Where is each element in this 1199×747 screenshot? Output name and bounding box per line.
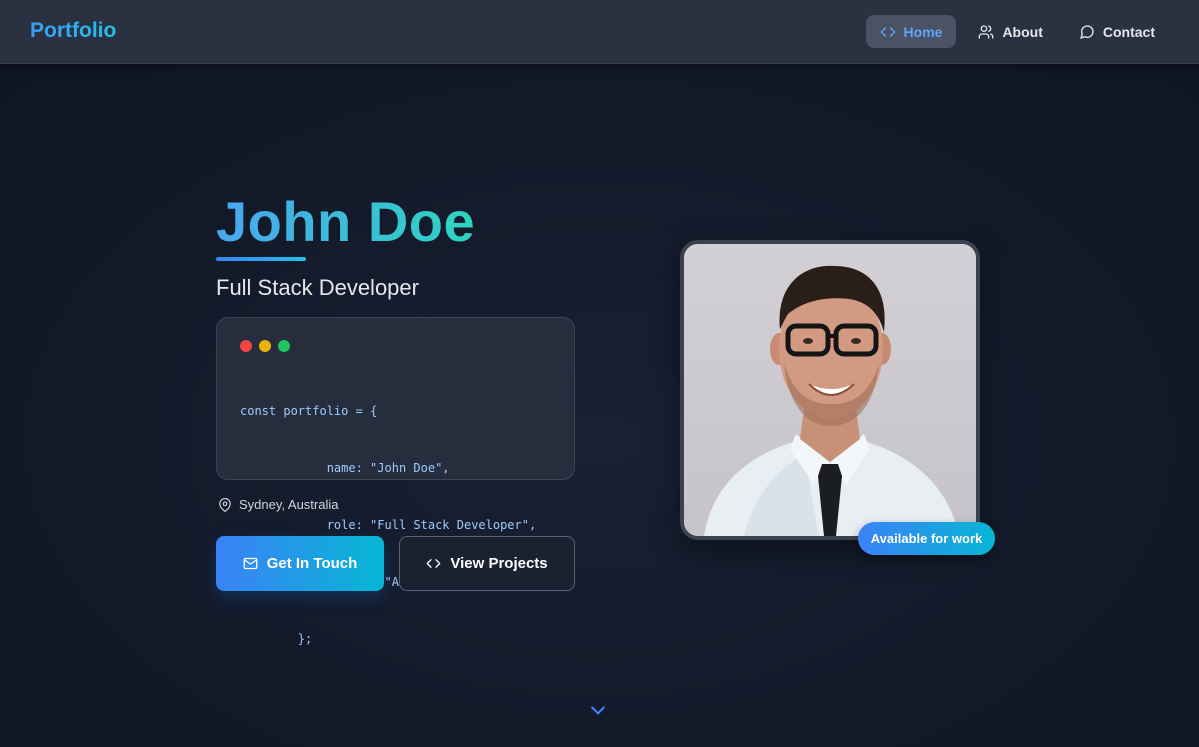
chevron-down-icon[interactable] [587, 700, 609, 720]
code-line: }; [240, 632, 313, 646]
hero-role: Full Stack Developer [216, 275, 419, 300]
get-in-touch-button[interactable]: Get In Touch [216, 536, 384, 591]
view-projects-label: View Projects [450, 555, 548, 572]
top-navbar: Portfolio Home About Contact [0, 0, 1199, 64]
message-circle-icon [1080, 24, 1094, 39]
code-icon [880, 26, 895, 37]
hero-name: John Doe [216, 188, 475, 255]
profile-photo [680, 240, 980, 540]
view-projects-button[interactable]: View Projects [399, 536, 575, 591]
available-for-work-badge: Available for work [858, 522, 995, 555]
window-dots [240, 340, 290, 352]
nav-contact-label: Contact [1102, 23, 1155, 40]
code-line: name: "John Doe", [240, 461, 450, 475]
location: Sydney, Australia [218, 497, 338, 512]
code-line: role: "Full Stack Developer", [240, 518, 537, 532]
mail-icon [243, 557, 258, 570]
name-underline [216, 257, 306, 261]
map-pin-icon [219, 497, 231, 512]
brand-logo[interactable]: Portfolio [30, 19, 116, 43]
window-dot-green [278, 340, 290, 352]
code-snippet-card: const portfolio = { name: "John Doe", ro… [216, 317, 575, 646]
location-text: Sydney, Australia [239, 497, 339, 512]
users-icon [979, 24, 994, 39]
nav-home-label: Home [903, 23, 943, 40]
window-dot-red [240, 340, 252, 352]
nav-about-label: About [1002, 23, 1043, 40]
hero-background [0, 64, 1199, 747]
main-nav: Home About Contact [865, 15, 1169, 48]
nav-contact[interactable]: Contact [1065, 15, 1169, 48]
code-block: const portfolio = { name: "John Doe", ro… [240, 364, 536, 687]
profile-portrait-image [684, 244, 976, 536]
code-icon [426, 559, 441, 568]
nav-home[interactable]: Home [865, 15, 957, 48]
code-line: const portfolio = { [240, 404, 378, 418]
get-in-touch-label: Get In Touch [266, 555, 358, 572]
nav-about[interactable]: About [964, 15, 1056, 48]
window-dot-yellow [259, 340, 271, 352]
